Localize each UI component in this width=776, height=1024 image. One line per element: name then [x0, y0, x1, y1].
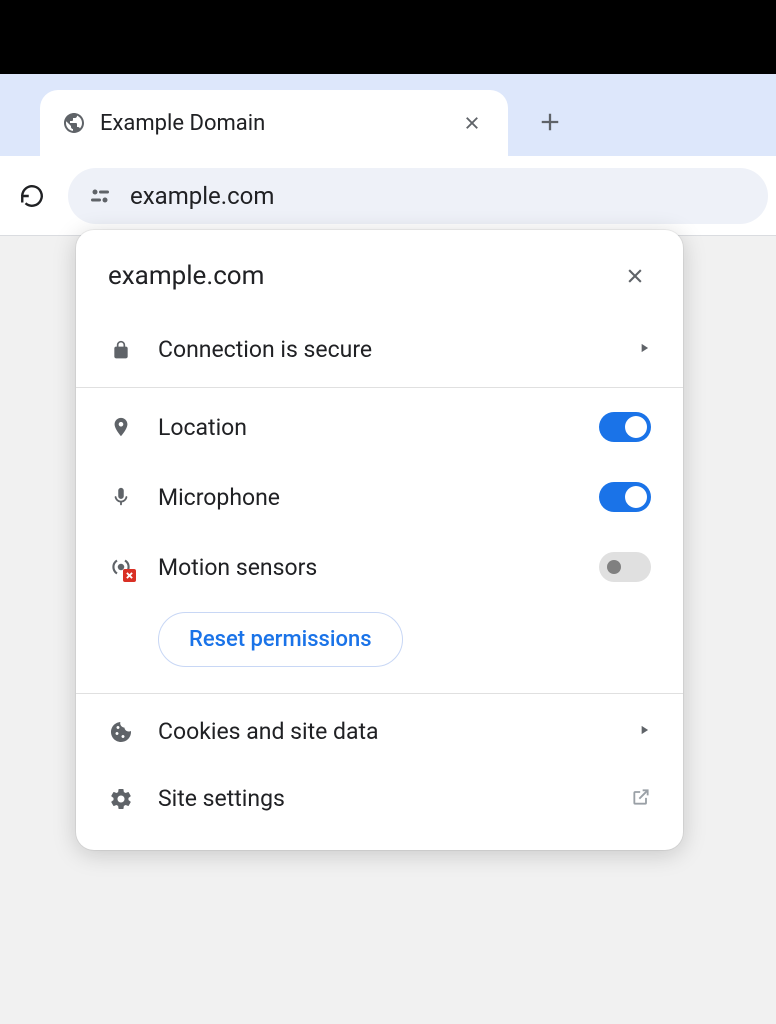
microphone-toggle[interactable]: [599, 482, 651, 512]
open-external-icon: [631, 787, 651, 811]
reload-button[interactable]: [8, 172, 56, 220]
site-settings-label: Site settings: [158, 785, 285, 812]
reset-permissions-button[interactable]: Reset permissions: [158, 612, 403, 667]
blocked-badge-icon: [123, 569, 136, 582]
gear-icon: [108, 786, 134, 812]
microphone-permission-row: Microphone: [76, 462, 683, 532]
site-info-popup: example.com Connection is secure: [76, 230, 683, 850]
window-top-bar: [0, 0, 776, 74]
chevron-right-icon: [637, 722, 651, 741]
location-icon: [108, 414, 134, 440]
tab-title: Example Domain: [100, 111, 458, 136]
tab-strip: Example Domain: [0, 74, 776, 156]
cookies-label: Cookies and site data: [158, 718, 379, 745]
connection-secure-row[interactable]: Connection is secure: [76, 316, 683, 383]
lock-icon: [108, 337, 134, 363]
browser-tab[interactable]: Example Domain: [40, 90, 508, 156]
microphone-icon: [108, 484, 134, 510]
divider: [76, 387, 683, 388]
popup-close-button[interactable]: [619, 260, 651, 292]
location-toggle[interactable]: [599, 412, 651, 442]
microphone-label: Microphone: [158, 484, 280, 511]
new-tab-button[interactable]: [530, 102, 570, 142]
motion-sensors-toggle[interactable]: [599, 552, 651, 582]
url-text: example.com: [130, 182, 274, 210]
motion-sensors-permission-row: Motion sensors: [76, 532, 683, 602]
cookies-row[interactable]: Cookies and site data: [76, 698, 683, 765]
cookie-icon: [108, 719, 134, 745]
connection-label: Connection is secure: [158, 336, 372, 363]
toolbar: example.com: [0, 156, 776, 236]
site-controls-icon[interactable]: [86, 182, 114, 210]
motion-sensors-label: Motion sensors: [158, 554, 317, 581]
location-label: Location: [158, 414, 247, 441]
reset-button-wrap: Reset permissions: [76, 602, 683, 689]
globe-icon: [62, 111, 86, 135]
location-permission-row: Location: [76, 392, 683, 462]
content-area: example.com Connection is secure: [0, 236, 776, 1024]
popup-header: example.com: [76, 230, 683, 316]
close-tab-button[interactable]: [458, 109, 486, 137]
motion-sensors-icon: [108, 554, 134, 580]
address-bar[interactable]: example.com: [68, 168, 768, 224]
divider: [76, 693, 683, 694]
chevron-right-icon: [637, 340, 651, 359]
site-settings-row[interactable]: Site settings: [76, 765, 683, 832]
popup-title: example.com: [108, 261, 264, 291]
